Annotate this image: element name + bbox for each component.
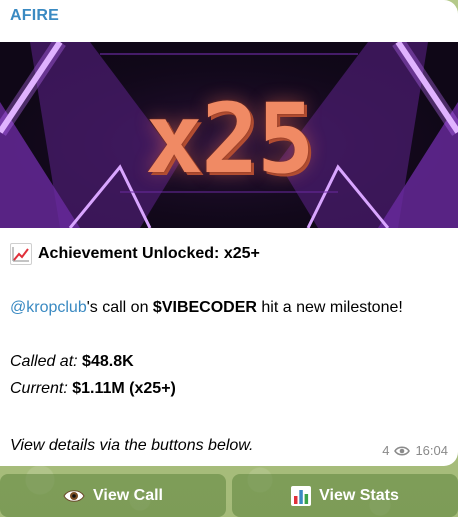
- banner-multiplier-text: x25: [145, 83, 314, 195]
- bar-chart-icon: [291, 485, 312, 506]
- achievement-title-line: Achievement Unlocked: x25+: [10, 243, 260, 265]
- current-line: Current: $1.11M (x25+): [10, 380, 176, 398]
- milestone-line: @kropclub's call on $VIBECODER hit a new…: [10, 299, 403, 317]
- eye-icon: [394, 445, 411, 456]
- milestone-text-mid: 's call on: [86, 299, 153, 316]
- current-value: $1.11M (x25+): [72, 380, 176, 397]
- called-at-value: $48.8K: [82, 353, 134, 370]
- chart-increasing-icon: [10, 243, 32, 265]
- message-bubble: AFIRE x25 Achievement Unlocked: x25+ @kr…: [0, 0, 458, 466]
- called-at-label: Called at:: [10, 353, 78, 370]
- current-label: Current:: [10, 380, 68, 397]
- milestone-text-end: hit a new milestone!: [256, 299, 403, 316]
- view-stats-label: View Stats: [319, 486, 399, 504]
- inline-keyboard: View Call View Stats: [0, 474, 458, 517]
- view-count: 4: [382, 443, 390, 458]
- eye-icon: [63, 489, 85, 503]
- view-call-label: View Call: [93, 486, 163, 504]
- view-stats-button[interactable]: View Stats: [232, 474, 458, 517]
- mention-link[interactable]: @kropclub: [10, 299, 87, 316]
- achievement-banner[interactable]: x25: [0, 42, 458, 228]
- message-time: 16:04: [415, 443, 448, 458]
- sender-name[interactable]: AFIRE: [10, 7, 59, 25]
- called-at-line: Called at: $48.8K: [10, 353, 134, 371]
- message-meta: 4 16:04: [382, 443, 448, 458]
- achievement-title: Achievement Unlocked: x25+: [38, 245, 260, 262]
- ticker-symbol: $VIBECODER: [152, 299, 257, 316]
- view-call-button[interactable]: View Call: [0, 474, 226, 517]
- details-text: View details via the buttons below.: [10, 437, 254, 454]
